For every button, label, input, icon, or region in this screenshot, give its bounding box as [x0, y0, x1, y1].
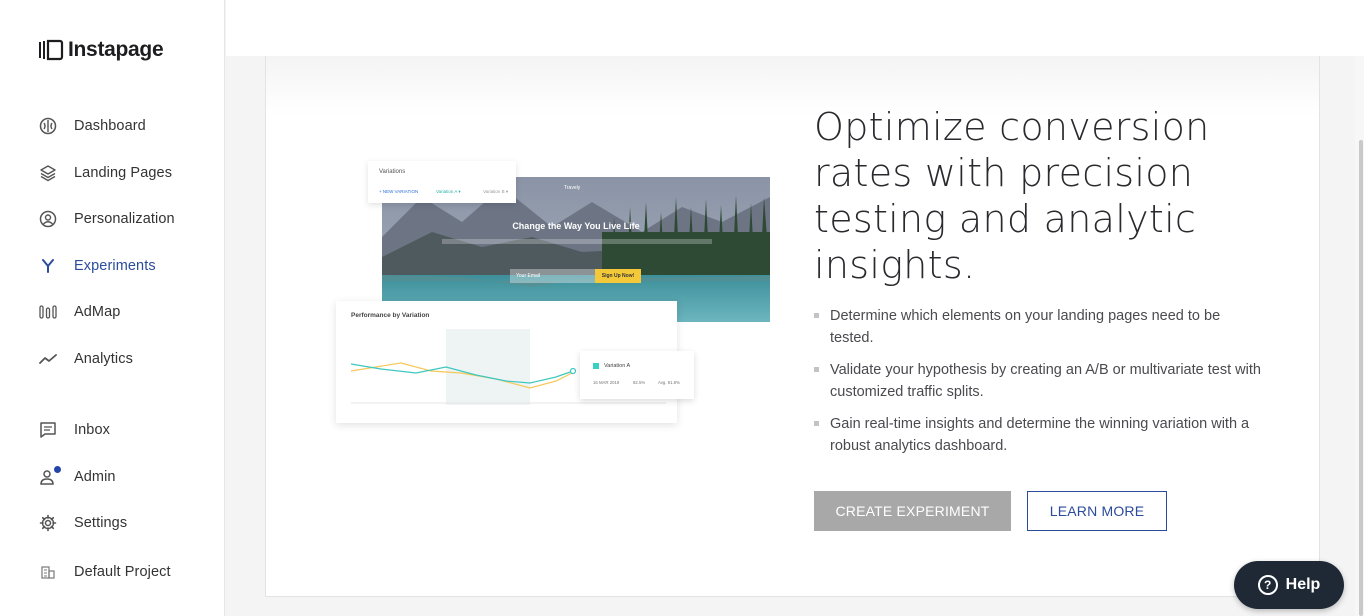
sidebar-item-default-project[interactable]: Default Project [38, 560, 171, 584]
inbox-icon [38, 420, 58, 440]
notification-badge [54, 466, 61, 473]
instapage-logo[interactable]: Instapage [38, 38, 164, 62]
page-headline: Optimize conversion rates with precision… [814, 105, 1210, 287]
instapage-logo-icon [39, 39, 64, 61]
tooltip-value: 82.5% [633, 380, 646, 385]
learn-more-button[interactable]: LEARN MORE [1027, 491, 1167, 531]
question-icon: ? [1257, 575, 1278, 595]
experiments-empty-state-card: Travely Change the Way You Live Life You… [265, 56, 1320, 597]
variation-b-tab: Variation B ▾ [483, 189, 509, 194]
variations-card: Variations + NEW VARIATION Variation A ▾… [368, 161, 516, 203]
list-item: Validate your hypothesis by creating an … [814, 359, 1264, 403]
hero-brand: Travely [564, 185, 581, 191]
sidebar-item-personalization[interactable]: Personalization [38, 207, 175, 231]
brand-name: Instapage [68, 38, 164, 61]
sidebar-item-label: Default Project [74, 564, 171, 580]
sidebar-item-analytics[interactable]: Analytics [38, 347, 133, 371]
sidebar-item-label: Personalization [74, 211, 175, 227]
sidebar-item-dashboard[interactable]: Dashboard [38, 114, 146, 138]
sidebar-item-label: Experiments [74, 258, 156, 274]
sidebar-item-admin[interactable]: Admin [38, 465, 116, 489]
chart-tooltip: Variation A 16 MAR 2019 82.5% Avg. 91.8% [580, 351, 694, 399]
sidebar-item-label: Admin [74, 469, 116, 485]
trend-line-icon [38, 349, 58, 369]
tooltip-average: Avg. 91.8% [658, 380, 680, 385]
experiments-illustration: Travely Change the Way You Live Life You… [334, 161, 774, 431]
hero-signup-button: Sign Up Now! [595, 269, 641, 283]
variations-title: Variations [379, 169, 406, 175]
scrollbar-thumb[interactable] [1359, 140, 1363, 616]
gear-icon [38, 513, 58, 533]
building-icon [38, 562, 58, 582]
top-bar [226, 0, 1364, 56]
sidebar-item-settings[interactable]: Settings [38, 511, 127, 535]
feature-list: Determine which elements on your landing… [814, 305, 1264, 467]
sidebar-item-label: Analytics [74, 351, 133, 367]
performance-chart-title: Performance by Variation [351, 312, 430, 319]
sidebar-item-label: Landing Pages [74, 165, 173, 181]
sidebar-item-label: Dashboard [74, 118, 146, 134]
list-item: Determine which elements on your landing… [814, 305, 1264, 349]
sidebar: Instapage Dashboard Landing Pages Person… [0, 0, 225, 616]
legend-swatch [593, 363, 599, 369]
layers-icon [38, 163, 58, 183]
person-circle-icon [38, 209, 58, 229]
list-item: Gain real-time insights and determine th… [814, 413, 1264, 457]
sidebar-item-inbox[interactable]: Inbox [38, 418, 110, 442]
new-variation-link: + NEW VARIATION [379, 189, 419, 194]
variation-a-tab: Variation A ▾ [436, 189, 461, 194]
admap-icon [38, 302, 58, 322]
tooltip-title: Variation A [604, 363, 631, 369]
dashboard-icon [38, 116, 58, 136]
tooltip-date: 16 MAR 2019 [593, 380, 620, 385]
help-label: Help [1285, 576, 1321, 593]
sidebar-item-experiments[interactable]: Experiments [38, 254, 156, 278]
hero-email-input: Your Email [510, 269, 595, 283]
user-icon [38, 466, 61, 487]
sidebar-item-label: Inbox [74, 422, 110, 438]
sidebar-item-landing-pages[interactable]: Landing Pages [38, 161, 172, 185]
sidebar-item-label: Settings [74, 515, 128, 531]
create-experiment-button[interactable]: CREATE EXPERIMENT [814, 491, 1011, 531]
branch-icon [38, 256, 58, 276]
help-button[interactable]: ? Help [1234, 561, 1344, 609]
sidebar-item-admap[interactable]: AdMap [38, 300, 120, 324]
sidebar-item-label: AdMap [74, 304, 121, 320]
hero-title: Change the Way You Live Life [512, 221, 640, 231]
